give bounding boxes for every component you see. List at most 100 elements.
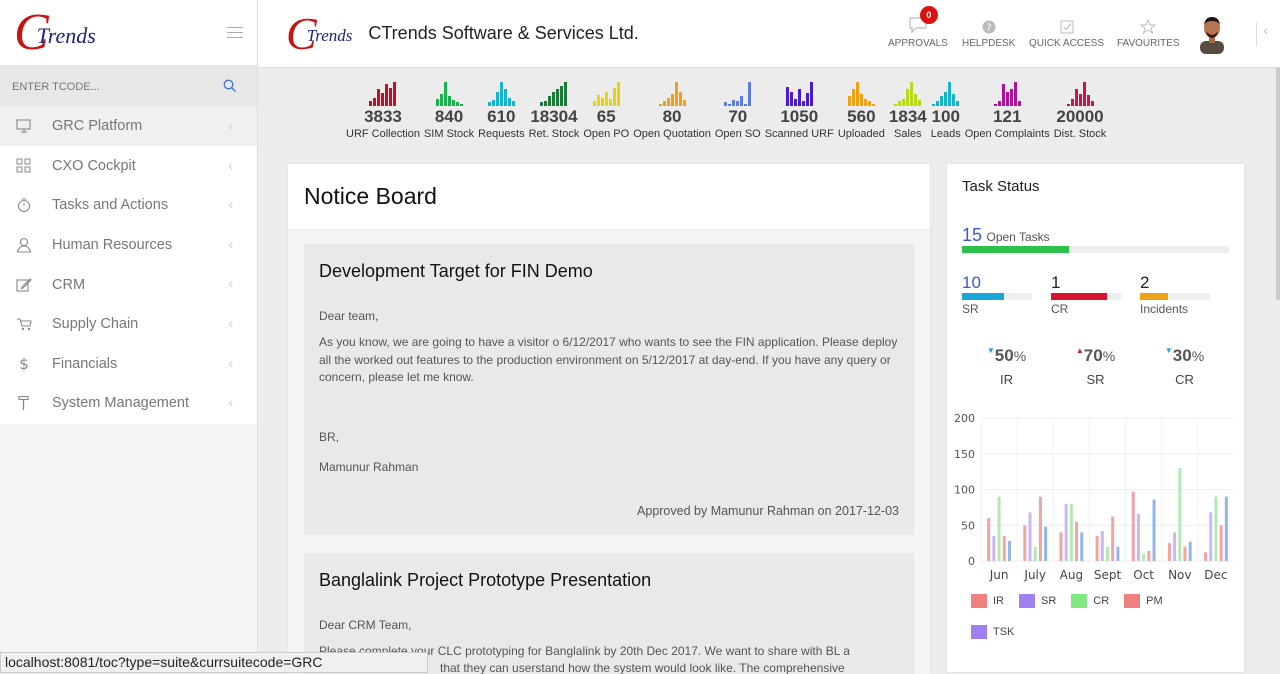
stat-urf-collection[interactable]: 3833 URF Collection <box>344 80 422 140</box>
sidebar-item-system-management[interactable]: System Management ‹ <box>0 384 257 424</box>
notice-title[interactable]: Development Target for FIN Demo <box>319 258 899 284</box>
sidebar-item-cxo-cockpit[interactable]: CXO Cockpit ‹ <box>0 147 257 187</box>
sidebar-item-grc-platform[interactable]: GRC Platform ‹ <box>0 107 257 147</box>
edit-icon <box>16 277 32 292</box>
hamburger-menu-icon[interactable] <box>227 27 243 42</box>
sidebar-item-supply-chain[interactable]: Supply Chain ‹ <box>0 305 257 345</box>
open-tasks-bar-fill <box>962 246 1069 253</box>
legend-item-sr[interactable]: SR <box>1019 594 1056 608</box>
scrollbar[interactable] <box>1276 68 1280 300</box>
stat-open-complaints[interactable]: 121 Open Complaints <box>963 80 1052 140</box>
sidebar-item-label: Supply Chain <box>52 316 139 333</box>
breakdown-count: 2 <box>1140 273 1150 292</box>
legend-swatch <box>1071 594 1088 608</box>
task-breakdown-cr[interactable]: 1 CR <box>1051 273 1140 316</box>
x-tick-label: Dec <box>1204 568 1227 582</box>
stat-leads[interactable]: 100 Leads <box>929 80 963 140</box>
approvals-button[interactable]: 0 APPROVALS <box>888 6 948 49</box>
stat-sales[interactable]: 1834 Sales <box>887 80 929 140</box>
user-avatar[interactable] <box>1196 14 1228 54</box>
sparkline-bar <box>1074 89 1078 106</box>
stat-scanned-urf[interactable]: 1050 Scanned URF <box>763 80 836 140</box>
chevron-left-icon[interactable]: ‹ <box>228 117 233 133</box>
sparkline-bar <box>797 89 801 106</box>
chevron-left-icon[interactable]: ‹ <box>228 236 233 252</box>
sidebar-item-tasks-and-actions[interactable]: Tasks and Actions ‹ <box>0 186 257 226</box>
chevron-left-icon[interactable]: ‹ <box>228 157 233 173</box>
sparkline-bar <box>867 101 871 106</box>
open-tasks[interactable]: 15 Open Tasks <box>962 225 1229 253</box>
task-breakdown-incidents[interactable]: 2 Incidents <box>1140 273 1229 316</box>
breakdown-count: 1 <box>1051 273 1061 292</box>
chevron-left-icon[interactable]: ‹ <box>1256 22 1268 46</box>
chart-bar-sr <box>1064 503 1068 561</box>
sparkline <box>932 80 960 106</box>
sparkline-bar <box>487 102 491 106</box>
status-bar-url: localhost:8081/toc?type=suite&currsuitec… <box>0 652 428 673</box>
chart-bar-tsk <box>1116 546 1120 561</box>
sparkline-bar <box>956 101 960 106</box>
legend-item-cr[interactable]: CR <box>1071 594 1109 608</box>
stat-sim-stock[interactable]: 840 SIM Stock <box>422 80 476 140</box>
notice-title[interactable]: Banglalink Project Prototype Presentatio… <box>319 567 899 593</box>
logo-text: Trends <box>36 22 96 48</box>
sparkline-bar <box>373 97 377 106</box>
legend-label: CR <box>1093 595 1110 607</box>
legend-swatch <box>1124 594 1141 608</box>
sparkline-bar <box>666 97 670 106</box>
stat-value: 1050 <box>780 107 819 126</box>
sparkline-bar <box>736 101 740 106</box>
notice-paragraph: Mamunur Rahman <box>319 460 419 475</box>
search-icon[interactable] <box>223 79 237 93</box>
sparkline-bar <box>952 94 956 106</box>
tcode-input[interactable] <box>12 80 212 93</box>
sparkline-bar <box>1070 98 1074 106</box>
sidebar-item-crm[interactable]: CRM ‹ <box>0 265 257 305</box>
sparkline-bar <box>948 82 952 106</box>
sparkline-bar <box>678 91 682 106</box>
helpdesk-label: HELPDESK <box>962 38 1016 49</box>
sidebar-item-financials[interactable]: $ Financials ‹ <box>0 345 257 385</box>
sparkline-bar <box>847 96 851 106</box>
task-breakdown-sr[interactable]: 10 SR <box>962 273 1051 316</box>
legend-item-pm[interactable]: PM <box>1124 594 1163 608</box>
sparkline-bar <box>801 101 805 106</box>
legend-item-tsk[interactable]: TSK <box>971 625 1014 639</box>
stat-open-so[interactable]: 70 Open SO <box>713 80 763 140</box>
chevron-left-icon[interactable]: ‹ <box>228 196 233 212</box>
sidebar-logo[interactable]: C Trends <box>0 0 257 66</box>
sparkline-bar <box>511 101 515 106</box>
favourites-button[interactable]: FAVOURITES <box>1117 12 1180 49</box>
stat-ret-stock[interactable]: 18304 Ret. Stock <box>527 80 582 140</box>
stat-dist-stock[interactable]: 20000 Dist. Stock <box>1052 80 1109 140</box>
chevron-left-icon[interactable]: ‹ <box>228 275 233 291</box>
legend-item-ir[interactable]: IR <box>971 594 1004 608</box>
chevron-left-icon[interactable]: ‹ <box>228 355 233 371</box>
stat-value: 610 <box>487 107 516 126</box>
helpdesk-button[interactable]: ? HELPDESK <box>962 12 1015 49</box>
x-tick-label: Oct <box>1133 568 1154 582</box>
approvals-badge: 0 <box>919 6 938 24</box>
help-icon: ? <box>982 20 996 34</box>
stat-requests[interactable]: 610 Requests <box>476 80 526 140</box>
stat-uploaded[interactable]: 560 Uploaded <box>836 80 887 140</box>
stat-label: Open SO <box>714 128 761 140</box>
sparkline-bar <box>389 88 393 106</box>
sidebar-item-human-resources[interactable]: Human Resources ‹ <box>0 226 257 266</box>
stat-open-quotation[interactable]: 80 Open Quotation <box>631 80 713 140</box>
sparkline-bar <box>789 91 793 106</box>
stat-open-po[interactable]: 65 Open PO <box>581 80 631 140</box>
svg-text:?: ? <box>986 23 991 34</box>
sparkline-bar <box>600 97 604 106</box>
chart-bar-tsk <box>1188 541 1192 561</box>
quick-access-button[interactable]: QUICK ACCESS <box>1029 12 1104 49</box>
chart-bar-cr <box>1214 496 1218 561</box>
percent-label: IR <box>1000 372 1013 387</box>
breakdown-bar <box>1140 293 1210 300</box>
chart-bar-sr <box>1028 512 1032 561</box>
chevron-left-icon[interactable]: ‹ <box>228 394 233 410</box>
chevron-left-icon[interactable]: ‹ <box>228 315 233 331</box>
chart-bar-cr <box>1178 468 1182 561</box>
quick-access-label: QUICK ACCESS <box>1029 38 1105 49</box>
chart-bar-sr <box>992 535 996 561</box>
